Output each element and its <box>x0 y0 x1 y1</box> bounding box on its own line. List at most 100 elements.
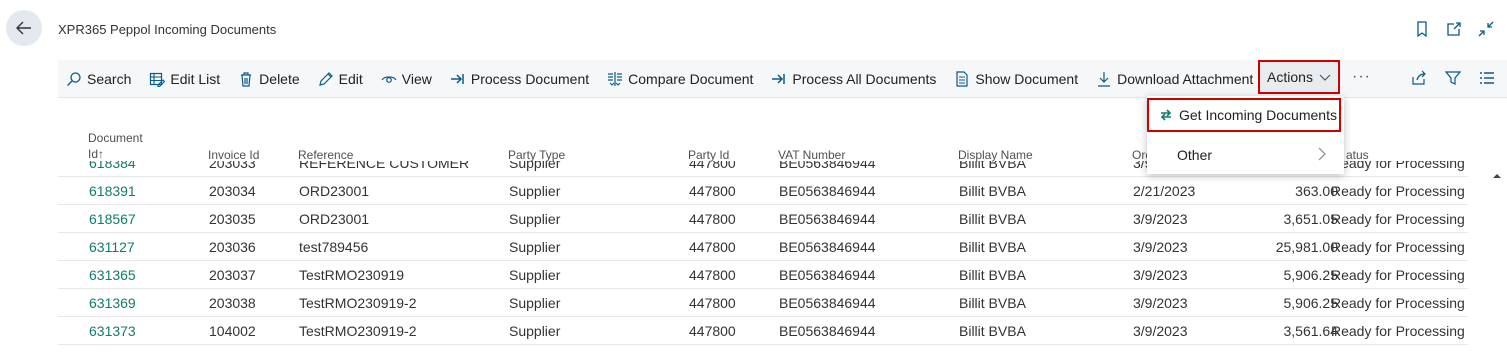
process-all-documents-button[interactable]: Process All Documents <box>762 60 945 98</box>
process-document-button[interactable]: Process Document <box>441 60 598 98</box>
search-button[interactable]: Search <box>58 60 140 98</box>
more-options-button[interactable]: ··· <box>1352 68 1371 86</box>
column-header-display-name[interactable]: Display Name <box>958 148 1033 162</box>
show-document-button[interactable]: Show Document <box>945 60 1087 98</box>
edit-button[interactable]: Edit <box>309 60 372 98</box>
document-id-link[interactable]: 631373 <box>89 323 136 339</box>
download-attachment-button[interactable]: Download Attachment <box>1087 60 1262 98</box>
other-label: Other <box>1177 147 1213 163</box>
vertical-scrollbar[interactable] <box>1487 160 1507 354</box>
eye-icon <box>381 75 397 83</box>
download-icon <box>1098 71 1111 87</box>
edit-label: Edit <box>338 70 363 87</box>
other-menu-item[interactable]: Other <box>1147 138 1344 172</box>
display-name-cell: Billit BVBA <box>959 267 1026 283</box>
table-row[interactable]: 618391 203034 ORD23001 Supplier 447800 B… <box>58 177 1468 205</box>
display-name-cell: Billit BVBA <box>959 295 1026 311</box>
party-id-cell: 447800 <box>689 161 736 171</box>
back-button[interactable] <box>6 10 42 46</box>
get-incoming-documents-menu-item[interactable]: Get Incoming Documents <box>1147 98 1341 132</box>
list-view-icon[interactable] <box>1479 70 1495 86</box>
table-row[interactable]: 631365 203037 TestRMO230919 Supplier 447… <box>58 261 1468 289</box>
document-id-link[interactable]: 618567 <box>89 211 136 227</box>
invoice-id-cell: 203036 <box>209 239 256 255</box>
compare-document-label: Compare Document <box>628 70 754 87</box>
party-type-cell: Supplier <box>509 211 561 227</box>
show-document-label: Show Document <box>975 70 1079 87</box>
reference-cell: TestRMO230919-2 <box>299 323 417 339</box>
process-arrow-icon <box>450 73 464 84</box>
download-attachment-label: Download Attachment <box>1117 70 1254 87</box>
view-label: View <box>401 70 432 87</box>
party-type-cell: Supplier <box>509 239 561 255</box>
document-id-link[interactable]: 631127 <box>89 239 135 255</box>
filter-icon[interactable] <box>1445 70 1461 86</box>
collapse-icon[interactable] <box>1477 20 1495 38</box>
amount-cell: 25,981.00 <box>1275 239 1338 255</box>
order-date-cell: 3/9/2023 <box>1133 211 1188 227</box>
actions-dropdown-menu: Get Incoming Documents Other <box>1147 96 1344 174</box>
column-header-reference[interactable]: Reference <box>298 148 353 162</box>
toolbar-right-controls <box>1411 70 1495 86</box>
vat-number-cell: BE0563846944 <box>779 267 876 283</box>
document-id-link[interactable]: 631369 <box>89 295 136 311</box>
edit-list-label: Edit List <box>170 70 221 87</box>
get-incoming-documents-label: Get Incoming Documents <box>1179 107 1337 123</box>
table-row[interactable]: 618567 203035 ORD23001 Supplier 447800 B… <box>58 205 1468 233</box>
actions-menu-button[interactable]: Actions <box>1258 60 1340 94</box>
party-id-cell: 447800 <box>689 267 736 283</box>
scroll-up-arrow-icon[interactable] <box>1487 166 1507 186</box>
display-name-cell: Billit BVBA <box>959 211 1026 227</box>
window-controls <box>1413 20 1495 38</box>
document-id-link[interactable]: 631365 <box>89 267 136 283</box>
open-new-window-icon[interactable] <box>1445 20 1463 38</box>
refresh-arrows-icon <box>1160 109 1172 121</box>
vat-number-cell: BE0563846944 <box>779 239 876 255</box>
vat-number-cell: BE0563846944 <box>779 161 876 171</box>
column-header-party-id[interactable]: Party Id <box>688 148 729 162</box>
reference-cell: REFERENCE CUSTOMER <box>299 161 470 171</box>
delete-button[interactable]: Delete <box>229 60 308 98</box>
vat-number-cell: BE0563846944 <box>779 323 876 339</box>
view-button[interactable]: View <box>372 60 441 98</box>
document-id-link[interactable]: 618384 <box>89 161 136 171</box>
compare-document-button[interactable]: Compare Document <box>598 60 762 98</box>
column-header-status[interactable]: atus <box>1346 148 1369 162</box>
party-type-cell: Supplier <box>509 323 561 339</box>
invoice-id-cell: 203033 <box>209 161 256 171</box>
party-id-cell: 447800 <box>689 295 736 311</box>
status-cell: Ready for Processing <box>1331 323 1465 339</box>
party-type-cell: Supplier <box>509 267 561 283</box>
edit-list-button[interactable]: Edit List <box>140 60 229 98</box>
table-row[interactable]: 631373 104002 TestRMO230919-2 Supplier 4… <box>58 317 1468 345</box>
chevron-right-icon <box>1318 147 1326 161</box>
document-id-link[interactable]: 618391 <box>89 183 136 199</box>
reference-cell: test789456 <box>299 239 369 255</box>
trash-icon <box>241 71 252 87</box>
column-header-document-id[interactable]: Document Id↑ <box>88 130 143 162</box>
amount-cell: 3,561.64 <box>1283 323 1339 339</box>
party-type-cell: Supplier <box>509 295 561 311</box>
edit-list-icon <box>150 72 166 87</box>
amount-cell: 363.00 <box>1295 183 1338 199</box>
party-id-cell: 447800 <box>689 211 736 227</box>
status-cell: Ready for Processing <box>1331 183 1465 199</box>
pencil-icon <box>318 71 333 86</box>
sort-ascending-icon: ↑ <box>98 147 105 161</box>
order-date-cell: 3/9/2023 <box>1133 323 1188 339</box>
party-id-cell: 447800 <box>689 183 736 199</box>
header-document-line2: Id <box>88 147 99 161</box>
vat-number-cell: BE0563846944 <box>779 183 876 199</box>
table-row[interactable]: 631127 203036 test789456 Supplier 447800… <box>58 233 1468 261</box>
column-header-invoice-id[interactable]: Invoice Id <box>208 148 259 162</box>
column-header-vat-number[interactable]: VAT Number <box>778 148 845 162</box>
bookmark-icon[interactable] <box>1413 20 1431 38</box>
invoice-id-cell: 203037 <box>209 267 256 283</box>
amount-cell: 3,651.05 <box>1283 211 1339 227</box>
column-header-party-type[interactable]: Party Type <box>508 148 565 162</box>
display-name-cell: Billit BVBA <box>959 161 1026 171</box>
table-row[interactable]: 631369 203038 TestRMO230919-2 Supplier 4… <box>58 289 1468 317</box>
share-icon[interactable] <box>1411 70 1427 86</box>
vat-number-cell: BE0563846944 <box>779 211 876 227</box>
invoice-id-cell: 203038 <box>209 295 256 311</box>
